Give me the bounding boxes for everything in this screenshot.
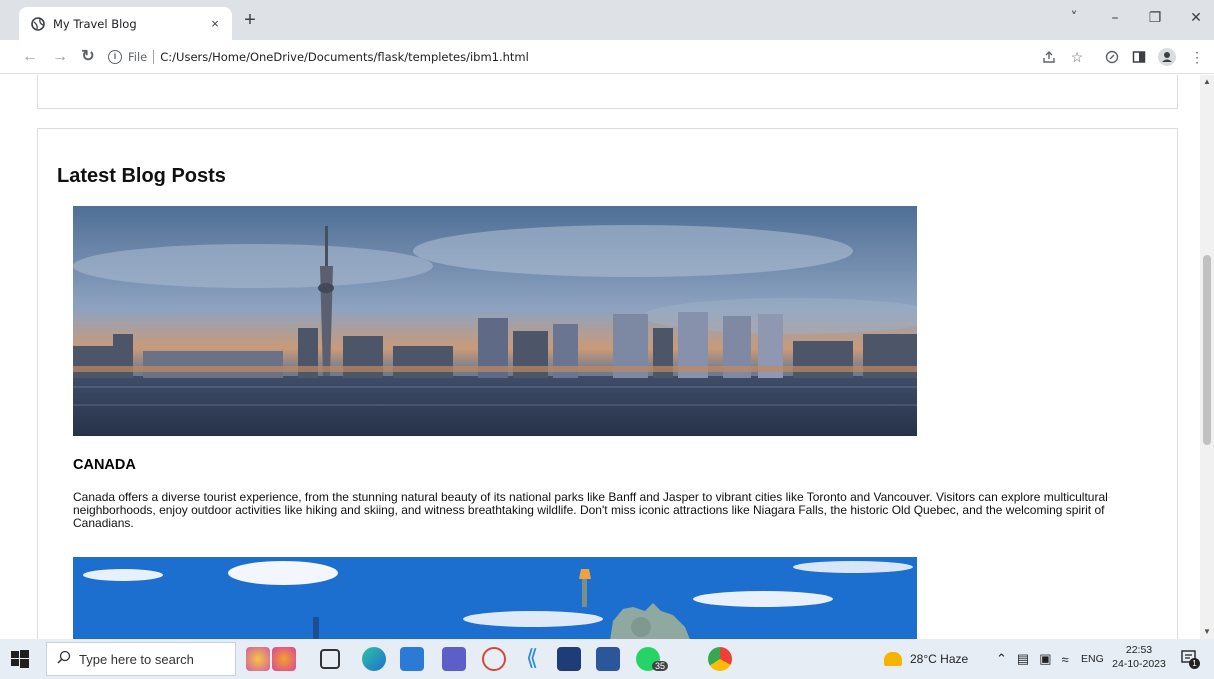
clock-date: 24-10-2023 <box>1112 658 1166 670</box>
search-icon <box>57 650 71 669</box>
edge-browser-icon[interactable] <box>362 647 386 671</box>
chrome-icon[interactable] <box>708 647 732 671</box>
extensions-icon[interactable] <box>1103 48 1121 66</box>
restore-button[interactable]: ❐ <box>1141 7 1169 31</box>
side-panel-icon[interactable] <box>1130 48 1148 66</box>
notification-count: 1 <box>1189 658 1200 669</box>
taskbar-search-box[interactable]: Type here to search <box>46 642 236 676</box>
section-title: Latest Blog Posts <box>57 165 226 187</box>
tab-close-icon[interactable]: × <box>208 16 222 31</box>
widget-flower-icon[interactable] <box>246 647 270 671</box>
file-scheme-label: File <box>128 50 148 64</box>
back-arrow-icon[interactable]: ← <box>18 45 42 69</box>
new-tab-button[interactable]: + <box>238 9 262 33</box>
tray-device-icon[interactable]: ▤ <box>1017 651 1029 667</box>
page-viewport: Latest Blog Posts CANADA Canada offers a… <box>0 75 1214 639</box>
search-placeholder: Type here to search <box>79 651 194 667</box>
minimize-button[interactable]: – <box>1101 7 1129 31</box>
scrollbar-thumb[interactable] <box>1203 255 1211 445</box>
teams-icon[interactable] <box>442 647 466 671</box>
canada-post-image <box>73 206 917 436</box>
usa-post-image <box>73 557 917 639</box>
system-tray: ⌃ ▤ ▣ ≈ <box>996 639 1069 679</box>
scroll-up-arrow-icon[interactable]: ▲ <box>1200 75 1214 89</box>
reload-icon[interactable]: ↻ <box>76 45 100 69</box>
weather-widget[interactable]: 28°C Haze <box>884 639 968 679</box>
mail-icon[interactable] <box>400 647 424 671</box>
address-bar[interactable]: i File C:/Users/Home/OneDrive/Documents/… <box>108 44 1108 70</box>
browser-tab[interactable]: My Travel Blog × <box>19 7 232 40</box>
browser-toolbar: ← → ↻ i File C:/Users/Home/OneDrive/Docu… <box>0 40 1214 74</box>
weather-sun-icon <box>884 652 902 666</box>
close-window-button[interactable]: ✕ <box>1182 7 1210 31</box>
chrome-profile-icon[interactable] <box>482 647 506 671</box>
taskbar-clock[interactable]: 22:53 24-10-2023 <box>1108 643 1170 671</box>
word-icon[interactable] <box>596 647 620 671</box>
windows-taskbar: Type here to search ⟪ 35 28°C Haze ⌃ ▤ ▣… <box>0 639 1214 679</box>
share-icon[interactable] <box>1040 48 1058 66</box>
info-icon[interactable]: i <box>108 50 122 64</box>
widget-flower-icon-2[interactable] <box>272 647 296 671</box>
vscode-icon[interactable]: ⟪ <box>520 647 544 671</box>
tab-strip: My Travel Blog × + ˅ – ❐ ✕ <box>0 0 1214 40</box>
menu-kebab-icon[interactable]: ⋮ <box>1188 48 1206 66</box>
tab-search-icon[interactable]: ˅ <box>1060 7 1088 31</box>
previous-section-card <box>37 75 1178 109</box>
tray-network-icon[interactable]: ▣ <box>1039 651 1051 667</box>
language-indicator[interactable]: ENG <box>1081 639 1104 679</box>
windows-start-icon[interactable] <box>10 649 30 669</box>
weather-text: 28°C Haze <box>910 652 969 666</box>
tray-chevron-up-icon[interactable]: ⌃ <box>996 651 1007 667</box>
bookmark-star-icon[interactable]: ☆ <box>1068 48 1086 66</box>
profile-avatar-icon[interactable] <box>1158 48 1176 66</box>
scroll-down-arrow-icon[interactable]: ▼ <box>1200 625 1214 639</box>
page-scrollbar[interactable]: ▲ ▼ <box>1200 75 1214 639</box>
tab-title: My Travel Blog <box>53 16 137 31</box>
forward-arrow-icon[interactable]: → <box>48 45 72 69</box>
post-title-canada: CANADA <box>73 457 136 473</box>
whatsapp-badge: 35 <box>652 661 669 671</box>
notification-center-icon[interactable]: 1 <box>1180 649 1200 669</box>
blog-section-card: Latest Blog Posts CANADA Canada offers a… <box>37 128 1178 639</box>
url-text[interactable]: C:/Users/Home/OneDrive/Documents/flask/t… <box>160 50 529 64</box>
app-loop-icon[interactable] <box>557 647 581 671</box>
clock-time: 22:53 <box>1125 644 1153 656</box>
task-view-icon[interactable] <box>320 649 340 669</box>
post-body-canada: Canada offers a diverse tourist experien… <box>73 490 1108 530</box>
globe-icon <box>31 16 45 31</box>
tray-wifi-icon[interactable]: ≈ <box>1062 652 1069 667</box>
omnibox-separator <box>153 50 155 64</box>
